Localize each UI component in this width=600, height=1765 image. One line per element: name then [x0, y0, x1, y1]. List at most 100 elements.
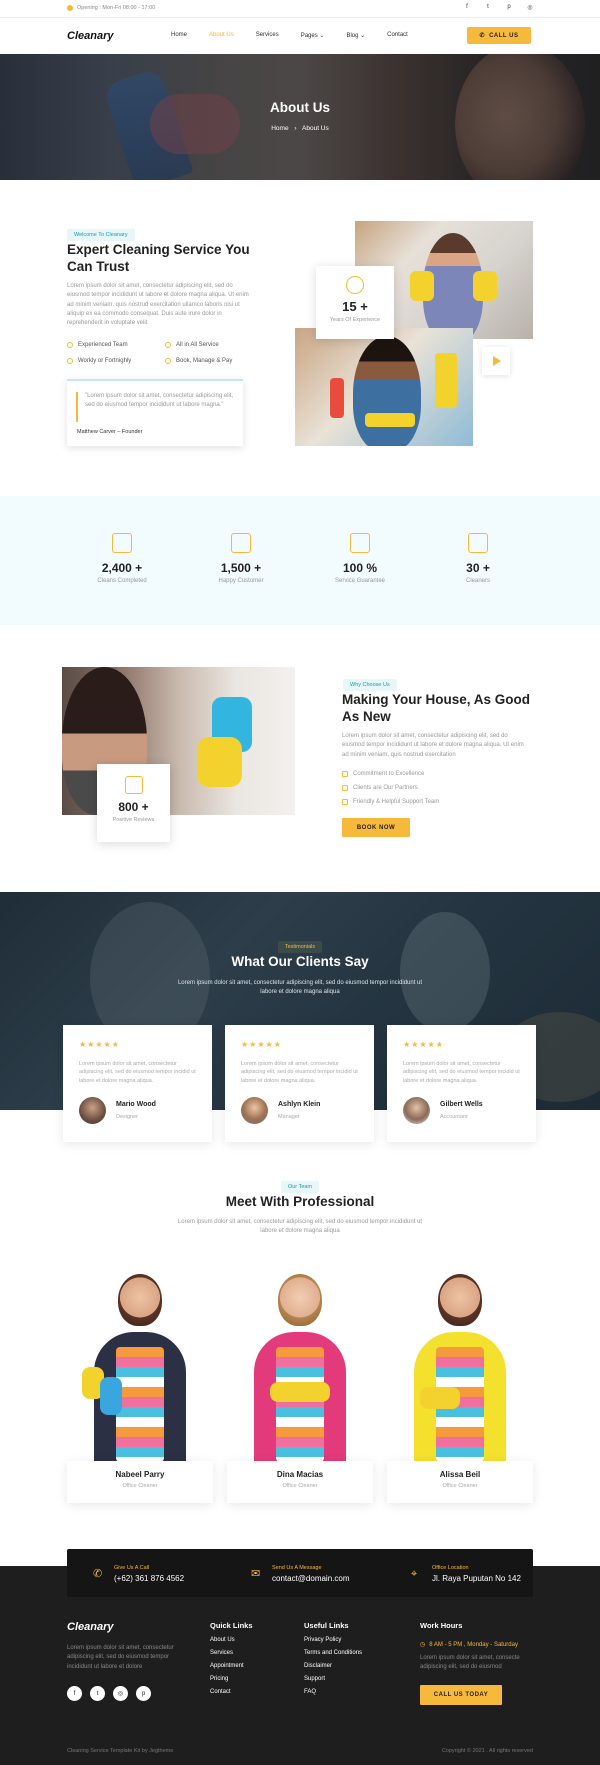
breadcrumb: Home › About Us [271, 125, 329, 132]
testimonial-card: ★★★★★ Lorem ipsum dolor sit amet, consec… [387, 1025, 536, 1142]
avatar [403, 1097, 430, 1124]
page-title: About Us [270, 100, 330, 115]
footer-link[interactable]: Privacy Policy [304, 1637, 362, 1643]
reviews-badge: 800 + Positive Reviews [97, 764, 170, 842]
check-icon [342, 771, 348, 777]
check-icon [342, 785, 348, 791]
breadcrumb-current: About Us [302, 125, 329, 132]
footer-link[interactable]: Pricing [210, 1676, 253, 1682]
footer-link[interactable]: About Us [210, 1637, 253, 1643]
check-item: Commitment to Excellence [342, 771, 424, 777]
team-paragraph: Lorem ipsum dolor sit amet, consectetur … [177, 1219, 423, 1235]
quote-author: Matthew Carver – Founder [77, 429, 143, 435]
facebook-icon[interactable]: f [463, 4, 471, 11]
nav-home[interactable]: Home [171, 32, 187, 39]
footer-logo[interactable]: Cleanary [67, 1621, 113, 1633]
footer-link[interactable]: Services [210, 1650, 253, 1656]
opening-hours: Opening : Mon-Fri 08:00 - 17:00 [67, 5, 155, 11]
stat-item: 100 % Service Guarantee [300, 533, 420, 584]
calendar-icon [67, 358, 73, 364]
useful-links: Useful Links Privacy Policy Terms and Co… [304, 1621, 363, 1695]
testimonials-title: What Our Clients Say [231, 954, 369, 969]
pinterest-icon[interactable]: p [505, 4, 513, 11]
team-member-card: Alissa Beil Office Cleaner [387, 1461, 533, 1503]
twitter-icon[interactable]: t [484, 4, 492, 11]
call-us-today-button[interactable]: CALL US TODAY [420, 1685, 502, 1705]
nav-blog[interactable]: Blog ⌄ [346, 32, 365, 39]
stat-item: 2,400 + Cleans Completed [62, 533, 182, 584]
team-member-card: Nabeel Parry Office Cleaner [67, 1461, 213, 1503]
checklist-icon [112, 533, 132, 553]
award-icon [346, 276, 364, 294]
feature-item: Workly or Fortnighly [67, 358, 131, 364]
phone-icon: ✆ [479, 33, 486, 39]
feature-item: All in All Service [165, 342, 219, 348]
testimonial-card: ★★★★★ Lorem ipsum dolor sit amet, consec… [225, 1025, 374, 1142]
footer-link[interactable]: Disclaimer [304, 1663, 362, 1669]
location-pin-icon: ⌖ [411, 1568, 418, 1580]
rating-stars: ★★★★★ [403, 1040, 444, 1049]
nav-about[interactable]: About Us [209, 32, 234, 39]
clock-icon [67, 5, 73, 11]
call-us-button[interactable]: ✆ CALL US [467, 27, 531, 44]
team-title: Meet With Professional [225, 1194, 375, 1209]
book-now-button[interactable]: BOOK NOW [342, 818, 410, 837]
avatar [79, 1097, 106, 1124]
envelope-icon: ✉ [251, 1568, 261, 1580]
contact-email[interactable]: ✉ Send Us A Message contact@domain.com [251, 1565, 350, 1583]
footer-link[interactable]: Support [304, 1676, 362, 1682]
work-hours: Work Hours ◷ 8 AM - 5 PM , Monday - Satur… [420, 1621, 520, 1671]
testimonial-card: ★★★★★ Lorem ipsum dolor sit amet, consec… [63, 1025, 212, 1142]
phone-icon: ✆ [93, 1568, 103, 1580]
top-bar: Opening : Mon-Fri 08:00 - 17:00 f t p ◎ [0, 0, 600, 18]
footer-link[interactable]: Appointment [210, 1663, 253, 1669]
about-paragraph: Lorem ipsum dolor sit amet, consectetur … [67, 283, 249, 327]
contact-call[interactable]: ✆ Give Us A Call (+62) 361 876 4562 [93, 1565, 184, 1583]
top-socials: f t p ◎ [463, 4, 534, 11]
contact-location[interactable]: ⌖ Office Location Jl. Raya Puputan No 142 [411, 1565, 521, 1583]
stat-item: 1,500 + Happy Customer [181, 533, 301, 584]
team-member-card: Dina Macias Office Cleaner [227, 1461, 373, 1503]
customers-icon [231, 533, 251, 553]
testimonials-tag: Testimonials [0, 935, 600, 953]
instagram-icon[interactable]: ◎ [526, 4, 534, 11]
check-icon [342, 799, 348, 805]
pinterest-icon[interactable]: p [136, 1686, 151, 1701]
page-hero: About Us Home › About Us [0, 54, 600, 180]
nav-services[interactable]: Services [256, 32, 279, 39]
founder-quote: "Lorem ipsum dolor sit amet, consectetur… [67, 379, 243, 446]
team-member-photo [80, 1272, 200, 1462]
payment-icon [165, 358, 171, 364]
footer-socials: f t ◎ p [67, 1686, 151, 1701]
instagram-icon[interactable]: ◎ [113, 1686, 128, 1701]
footer-paragraph: Lorem ipsum dolor sit amet, consectetur … [67, 1645, 174, 1670]
feature-item: Experienced Team [67, 342, 128, 348]
footer-link[interactable]: Contact [210, 1689, 253, 1695]
nav-contact[interactable]: Contact [387, 32, 408, 39]
twitter-icon[interactable]: t [90, 1686, 105, 1701]
play-video-button[interactable] [482, 347, 510, 375]
check-item: Clients are Our Partners [342, 785, 418, 791]
why-title: Making Your House, As Good As New [342, 692, 531, 724]
testimonials-paragraph: Lorem ipsum dolor sit amet, consectetur … [177, 980, 423, 996]
team-tag: Our Team [0, 1175, 600, 1193]
facebook-icon[interactable]: f [67, 1686, 82, 1701]
rating-stars: ★★★★★ [241, 1040, 282, 1049]
cleaners-icon [468, 533, 488, 553]
breadcrumb-home[interactable]: Home [271, 125, 288, 132]
stat-item: 30 + Cleaners [418, 533, 538, 584]
about-title: Expert Cleaning Service You Can Trust [67, 242, 250, 274]
footer-link[interactable]: FAQ [304, 1689, 362, 1695]
logo[interactable]: Cleanary [67, 30, 113, 42]
why-paragraph: Lorem ipsum dolor sit amet, consectetur … [342, 733, 524, 758]
avatar [241, 1097, 268, 1124]
nav-pages[interactable]: Pages ⌄ [301, 32, 325, 39]
rating-stars: ★★★★★ [79, 1040, 120, 1049]
quick-links: Quick Links About Us Services Appointmen… [210, 1621, 253, 1695]
team-member-photo [400, 1272, 520, 1462]
copyright-text: Copyright © 2021 . All rights reserved [441, 1748, 533, 1754]
footer-link[interactable]: Terms and Conditions [304, 1650, 362, 1656]
about-tag: Welcome To Cleanary [67, 223, 135, 241]
reviews-icon [124, 776, 143, 794]
check-item: Friendly & Helpful Support Team [342, 799, 439, 805]
